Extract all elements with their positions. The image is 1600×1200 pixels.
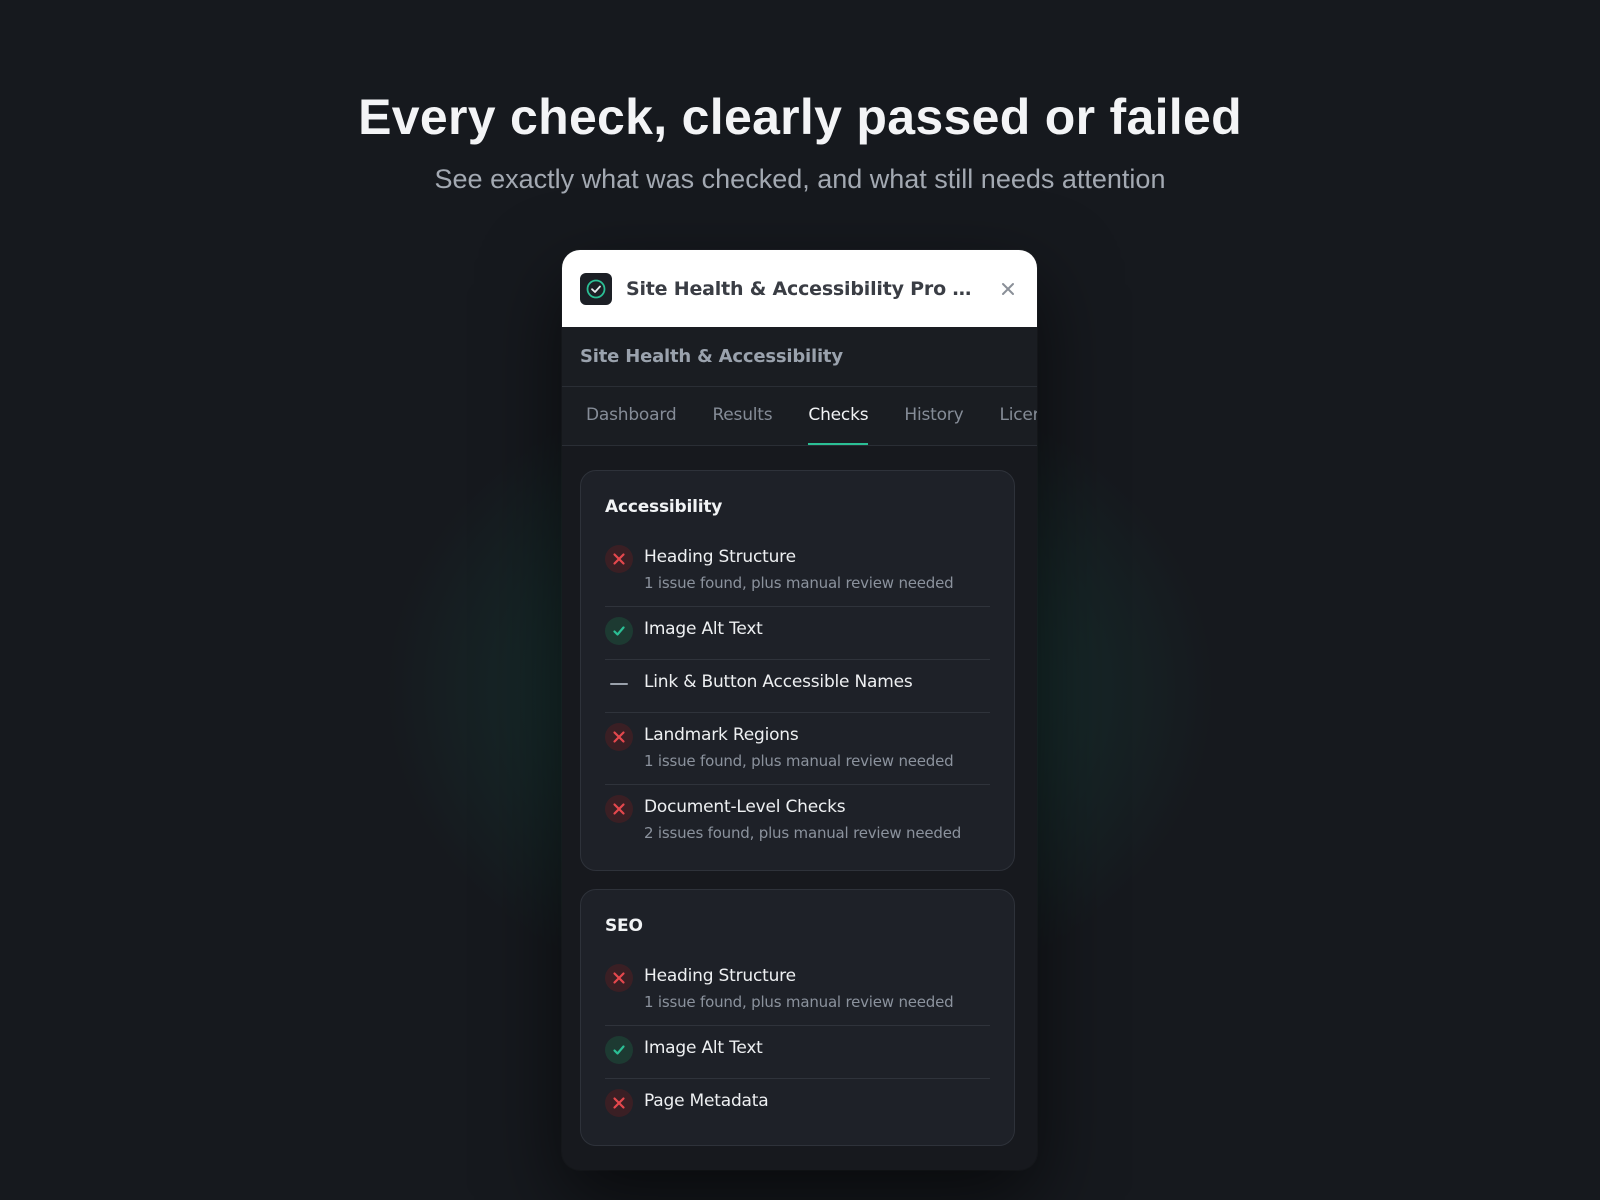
check-row[interactable]: Page Metadata (605, 1079, 990, 1131)
check-row[interactable]: Image Alt Text (605, 1026, 990, 1079)
check-row[interactable]: Heading Structure 1 issue found, plus ma… (605, 954, 990, 1026)
section-title: Accessibility (605, 497, 723, 517)
check-title: Document-Level Checks (644, 797, 846, 817)
hero-subtitle: See exactly what was checked, and what s… (434, 164, 1166, 194)
tab-bar: Dashboard Results Checks History Licer (562, 387, 1037, 446)
check-circle-icon (580, 272, 612, 305)
tab-license[interactable]: Licer (999, 405, 1037, 445)
tab-history[interactable]: History (904, 405, 963, 445)
not-applicable-icon (605, 670, 633, 698)
panel-header: Site Health & Accessibility (562, 327, 1037, 387)
check-row[interactable]: Heading Structure 1 issue found, plus ma… (605, 535, 990, 607)
check-row[interactable]: Landmark Regions 1 issue found, plus man… (605, 713, 990, 785)
tab-results[interactable]: Results (712, 405, 772, 445)
window-title: Site Health & Accessibility Pro (Devel..… (626, 277, 973, 300)
tab-checks[interactable]: Checks (808, 405, 869, 445)
section-seo: SEO Heading Structure 1 issue found, plu… (580, 889, 1015, 1146)
check-row[interactable]: Document-Level Checks 2 issues found, pl… (605, 785, 990, 856)
section-title: SEO (605, 916, 643, 936)
fail-icon (605, 795, 633, 823)
window-titlebar: Site Health & Accessibility Pro (Devel..… (562, 250, 1037, 327)
hero-title: Every check, clearly passed or failed (358, 89, 1242, 145)
check-title: Landmark Regions (644, 725, 799, 745)
check-detail: 2 issues found, plus manual review neede… (644, 824, 962, 842)
check-title: Image Alt Text (644, 619, 763, 639)
extension-panel: Site Health & Accessibility Pro (Devel..… (562, 250, 1037, 1170)
check-title: Image Alt Text (644, 1038, 763, 1058)
close-icon[interactable] (997, 278, 1019, 300)
section-accessibility: Accessibility Heading Structure 1 issue … (580, 470, 1015, 871)
check-title: Heading Structure (644, 547, 796, 567)
check-title: Link & Button Accessible Names (644, 672, 913, 692)
fail-icon (605, 545, 633, 573)
check-title: Page Metadata (644, 1091, 769, 1111)
check-detail: 1 issue found, plus manual review needed (644, 993, 954, 1011)
tab-dashboard[interactable]: Dashboard (586, 405, 677, 445)
hero: Every check, clearly passed or failed Se… (0, 88, 1600, 195)
fail-icon (605, 964, 633, 992)
pass-icon (605, 617, 633, 645)
fail-icon (605, 723, 633, 751)
check-detail: 1 issue found, plus manual review needed (644, 752, 954, 770)
check-row[interactable]: Image Alt Text (605, 607, 990, 660)
check-title: Heading Structure (644, 966, 796, 986)
panel-title: Site Health & Accessibility (580, 346, 843, 367)
checks-content: Accessibility Heading Structure 1 issue … (562, 446, 1037, 1146)
check-detail: 1 issue found, plus manual review needed (644, 574, 954, 592)
pass-icon (605, 1036, 633, 1064)
check-row[interactable]: Link & Button Accessible Names (605, 660, 990, 713)
fail-icon (605, 1089, 633, 1117)
